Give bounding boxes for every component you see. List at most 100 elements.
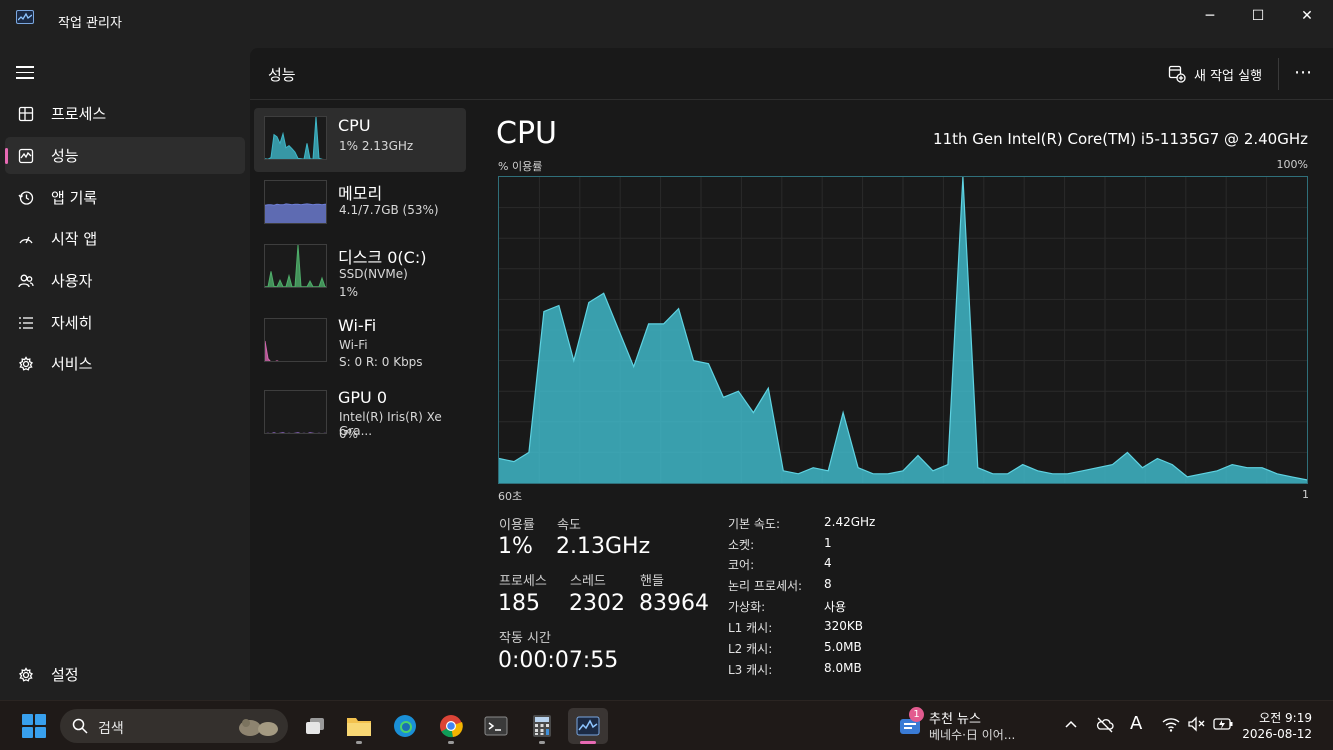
running-indicator [356,741,362,744]
page-header: 성능 새 작업 실행 ⋯ [250,48,1333,100]
thumbnail-line [266,432,326,433]
users-icon [17,272,35,290]
battery-charging-icon[interactable] [1213,717,1233,731]
run-new-task-button[interactable]: 새 작업 실행 [1168,62,1262,86]
taskbar-chrome[interactable] [431,708,471,744]
close-button[interactable]: ✕ [1284,0,1330,32]
device-item-disk[interactable]: 디스크 0(C:) SSD(NVMe) 1% [254,236,466,300]
title-bar: 작업 관리자 ─ ☐ ✕ [0,0,1333,44]
device-item-wifi[interactable]: Wi-Fi Wi-Fi S: 0 R: 0 Kbps [254,310,466,374]
spec-label: 가상화: [728,600,766,614]
device-item-memory[interactable]: 메모리 4.1/7.7GB (53%) [254,172,466,236]
device-name: 메모리 [338,184,383,203]
maximize-button[interactable]: ☐ [1235,0,1281,32]
spec-label: L3 캐시: [728,663,773,677]
sidebar-item-label: 시작 앱 [51,230,98,248]
device-subtitle-2: 0% [339,427,359,441]
services-icon [17,355,35,373]
task-manager-icon [576,716,600,736]
news-widget[interactable]: 1 추천 뉴스 베네수·日 이어... [897,706,1037,746]
cpu-usage-graph [498,176,1308,484]
menu-toggle-icon[interactable] [16,66,34,80]
taskbar-task-view[interactable] [295,708,335,744]
active-indicator [580,741,596,744]
input-method-indicator[interactable]: A [1130,713,1142,734]
volume-muted-icon[interactable] [1188,716,1206,732]
spec-label: 소켓: [728,538,755,552]
spec-value: 8 [824,577,832,591]
header-divider [1278,58,1279,90]
clock-time[interactable]: 오전 9:19 [1259,709,1312,726]
sidebar-item-app-history[interactable]: 앱 기록 [5,179,245,216]
speed-label: 속도 [557,518,581,533]
sidebar-item-performance[interactable]: 성능 [5,137,245,174]
new-task-icon [1168,65,1186,83]
gear-icon [17,666,35,684]
minimize-button[interactable]: ─ [1187,0,1233,32]
processes-icon [17,105,35,123]
thumbnail-area [265,203,326,223]
history-icon [17,189,35,207]
sidebar-item-label: 자세히 [51,314,93,332]
y-axis-max-label: 100% [1276,158,1308,171]
onedrive-offline-icon[interactable] [1096,716,1114,734]
spec-value: 2.42GHz [824,515,876,529]
detail-title: CPU [496,116,557,151]
sidebar-item-label: 서비스 [51,355,93,373]
taskbar-edge[interactable] [385,708,425,744]
clock-date[interactable]: 2026-08-12 [1242,727,1312,741]
search-placeholder: 검색 [98,721,124,737]
device-item-gpu[interactable]: GPU 0 Intel(R) Iris(R) Xe Gra... 0% [254,382,466,446]
chevron-up-icon[interactable] [1064,719,1078,729]
device-name: 디스크 0(C:) [338,248,427,267]
spec-label: L1 캐시: [728,621,773,635]
sidebar-item-services[interactable]: 서비스 [5,345,245,382]
uptime-label: 작동 시간 [499,631,551,646]
calculator-icon [533,715,551,737]
spec-value: 320KB [824,619,864,633]
sidebar-item-processes[interactable]: 프로세스 [5,95,245,132]
sidebar-item-details[interactable]: 자세히 [5,304,245,341]
device-subtitle: Wi-Fi [339,338,368,352]
device-subtitle: 1% 2.13GHz [339,139,414,153]
start-button[interactable] [22,714,46,738]
sidebar-item-users[interactable]: 사용자 [5,262,245,299]
device-subtitle: Intel(R) Iris(R) Xe Gra... [339,410,442,438]
gpu-thumbnail-graph [264,390,327,434]
device-item-cpu[interactable]: CPU 1% 2.13GHz [254,108,466,172]
spec-label: 코어: [728,558,755,572]
settings-button[interactable]: 설정 [5,656,245,693]
device-subtitle-2: S: 0 R: 0 Kbps [339,355,423,369]
main-panel: 성능 새 작업 실행 ⋯ CPU 1% 2.13GHz 메모리 4.1/7.7G… [250,48,1333,700]
taskbar-calculator[interactable] [522,708,562,744]
wifi-icon[interactable] [1162,716,1180,732]
edge-icon [394,715,416,737]
device-name: GPU 0 [338,388,388,407]
utilization-label: 이용률 [499,518,535,533]
search-icon [72,718,88,734]
more-options-button[interactable]: ⋯ [1294,62,1313,83]
processes-label: 프로세스 [499,574,547,589]
task-view-icon [306,718,324,734]
taskbar-file-explorer[interactable] [339,708,379,744]
window-title: 작업 관리자 [58,16,122,31]
sidebar-item-startup[interactable]: 시작 앱 [5,220,245,257]
wifi-thumbnail-graph [264,318,327,362]
taskbar-search-box[interactable]: 검색 [60,709,288,743]
threads-label: 스레드 [570,574,606,589]
device-name: CPU [338,116,371,135]
cpu-usage-chart [498,176,1308,483]
news-title: 추천 뉴스 [929,712,981,727]
device-subtitle-2: 1% [339,285,359,299]
sidebar-item-label: 사용자 [51,272,93,290]
performance-icon [17,147,35,165]
page-title: 성능 [268,66,296,84]
processes-value: 185 [498,591,540,616]
news-subtitle: 베네수·日 이어... [929,728,1016,742]
spec-value: 사용 [824,600,847,614]
taskbar-terminal[interactable] [476,708,516,744]
taskbar-task-manager[interactable] [568,708,608,744]
spec-label: 논리 프로세서: [728,579,803,593]
utilization-value: 1% [498,534,533,559]
thumbnail-area [265,341,278,361]
